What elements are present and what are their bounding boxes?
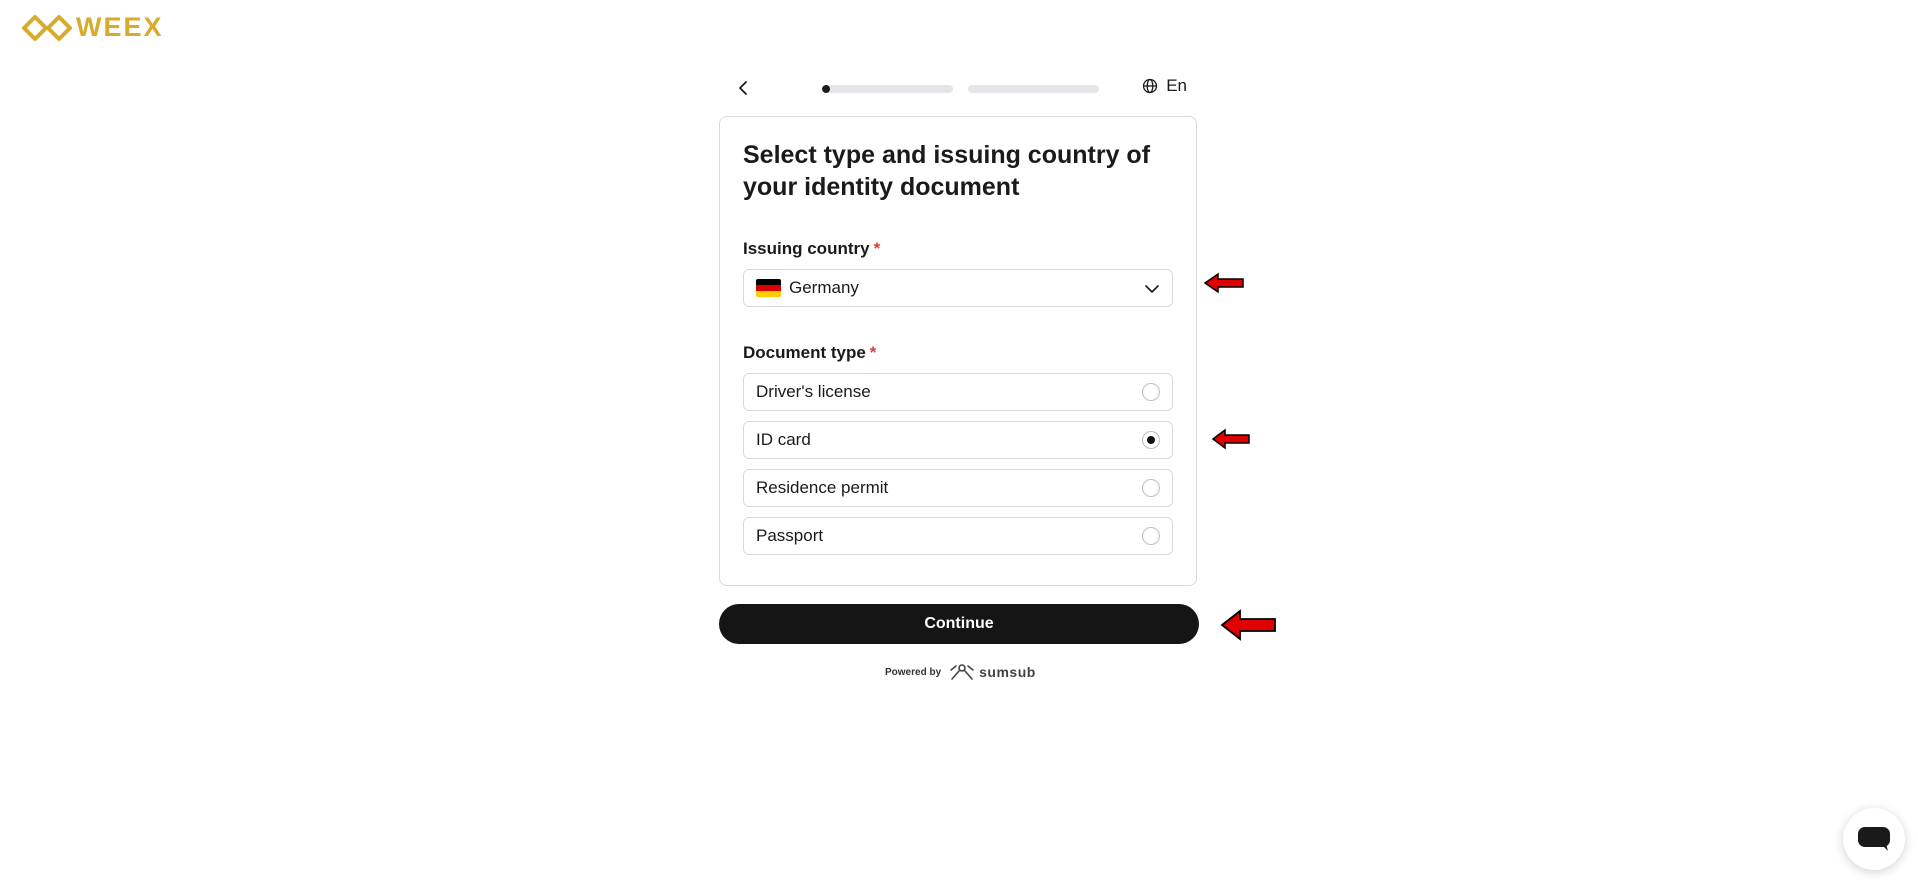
annotation-arrow-shape xyxy=(1211,428,1250,450)
chevron-down-icon xyxy=(1145,285,1159,293)
germany-flag-icon xyxy=(756,279,781,297)
step-header: En xyxy=(719,70,1199,106)
option-label: Driver's license xyxy=(756,382,871,401)
required-mark: * xyxy=(869,343,877,362)
progress-step-1-fill xyxy=(822,85,830,93)
page-title: Select type and issuing country of your … xyxy=(743,141,1151,201)
document-selection-card: Select type and issuing country of your … xyxy=(719,116,1197,586)
country-select-value: Germany xyxy=(789,278,859,297)
option-label: ID card xyxy=(756,430,811,449)
document-type-label-text: Document type xyxy=(743,343,866,362)
option-residence-permit[interactable]: Residence permit xyxy=(743,469,1173,507)
option-id-card[interactable]: ID card xyxy=(743,421,1173,459)
radio-button[interactable] xyxy=(1142,431,1160,449)
radio-button[interactable] xyxy=(1142,479,1160,497)
annotation-arrow-shape xyxy=(1203,272,1244,294)
progress-step-1 xyxy=(822,85,953,93)
radio-button[interactable] xyxy=(1142,383,1160,401)
back-button[interactable] xyxy=(731,76,755,100)
required-mark: * xyxy=(873,239,881,258)
option-passport[interactable]: Passport xyxy=(743,517,1173,555)
document-type-field: Document type * Driver's license ID card … xyxy=(743,343,1173,555)
powered-by-text: Powered by xyxy=(885,666,942,678)
flag-stripe xyxy=(756,291,781,297)
annotation-arrow-icon xyxy=(1203,272,1244,294)
annotation-arrow-icon xyxy=(1211,428,1250,450)
globe-icon xyxy=(1143,78,1158,94)
continue-button[interactable]: Continue xyxy=(719,604,1199,644)
progress-step-2 xyxy=(968,85,1099,93)
option-drivers-license[interactable]: Driver's license xyxy=(743,373,1173,411)
sumsub-logo-text: sumsub xyxy=(979,664,1036,680)
powered-by-footer: Powered by sumsub xyxy=(885,662,1036,682)
country-select[interactable]: Germany xyxy=(743,269,1173,307)
sumsub-logo[interactable]: sumsub xyxy=(949,662,1036,682)
issuing-country-field: Issuing country * Germany xyxy=(743,239,1173,307)
weex-logo[interactable]: WEEX xyxy=(22,12,164,43)
weex-logo-icon xyxy=(22,14,72,41)
issuing-country-label-text: Issuing country xyxy=(743,239,870,258)
chevron-left-icon xyxy=(739,81,747,95)
sumsub-mark-icon xyxy=(950,664,974,680)
brand-name: WEEX xyxy=(76,12,164,42)
chat-bubble-icon xyxy=(1858,827,1890,851)
document-type-label: Document type * xyxy=(743,343,1173,363)
annotation-arrow-icon xyxy=(1220,609,1276,641)
radio-button[interactable] xyxy=(1142,527,1160,545)
issuing-country-label: Issuing country * xyxy=(743,239,1173,259)
language-selector[interactable]: En xyxy=(1142,76,1187,96)
option-label: Residence permit xyxy=(756,478,889,497)
language-label: En xyxy=(1166,76,1187,95)
option-label: Passport xyxy=(756,526,824,545)
chat-button[interactable] xyxy=(1843,808,1905,870)
annotation-arrow-shape xyxy=(1220,609,1276,641)
document-type-options: Driver's license ID card Residence permi… xyxy=(743,373,1173,555)
